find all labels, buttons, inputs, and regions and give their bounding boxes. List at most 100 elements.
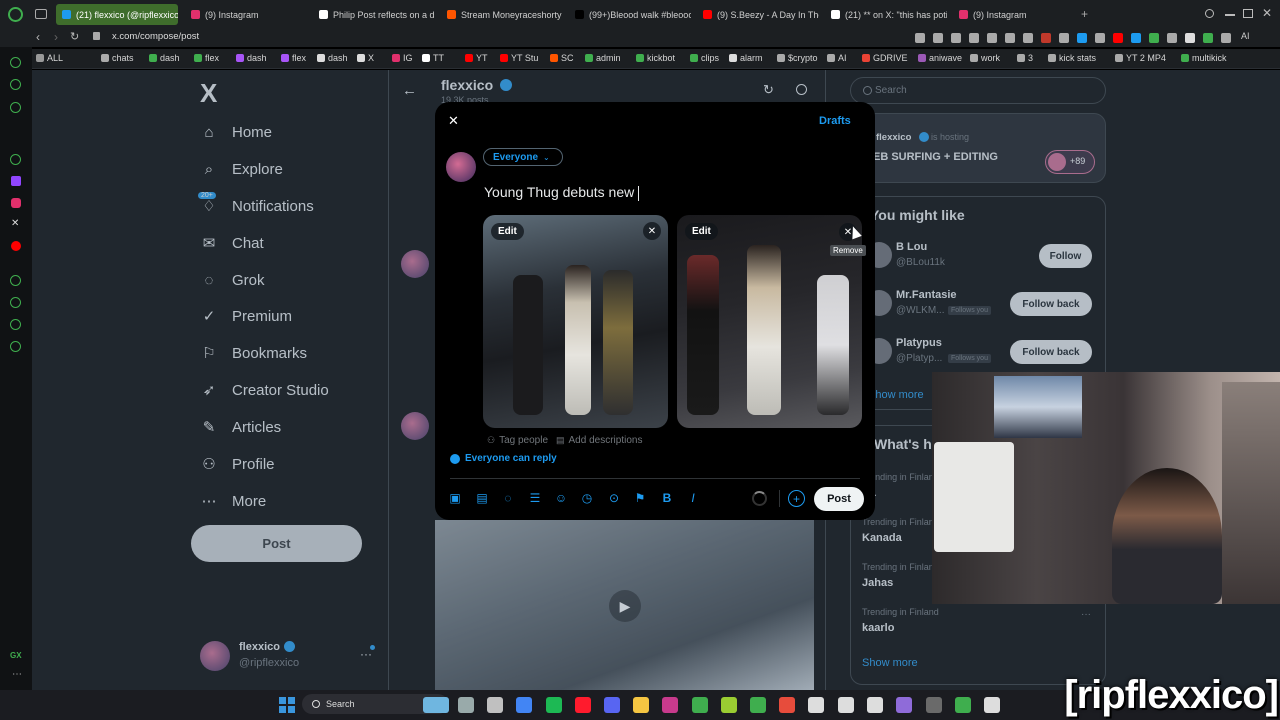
extension-icon[interactable] [933, 33, 943, 43]
start-menu-icon[interactable] [279, 697, 295, 713]
extension-icon[interactable] [1113, 33, 1123, 43]
grok-icon[interactable]: ◌ [501, 491, 515, 505]
app-icon[interactable] [721, 697, 737, 713]
extension-icon[interactable] [1149, 33, 1159, 43]
bookmark-item[interactable]: alarm [729, 53, 763, 63]
bookmark-item[interactable]: kickbot [636, 53, 675, 63]
bookmark-item[interactable]: SC [550, 53, 574, 63]
schedule-icon[interactable]: ◷ [580, 491, 594, 505]
bookmark-item[interactable]: AI [827, 53, 847, 63]
history-icon[interactable] [10, 275, 21, 286]
ai-label[interactable]: AI [1241, 31, 1250, 41]
extension-icon[interactable] [1131, 33, 1141, 43]
bookmark-item[interactable]: clips [690, 53, 719, 63]
app-icon[interactable] [808, 697, 824, 713]
post-button[interactable]: Post [814, 487, 864, 511]
edit-image-button[interactable]: Edit [491, 223, 524, 240]
bookmark-item[interactable]: YT [465, 53, 488, 63]
media-icon[interactable]: ▣ [448, 491, 462, 505]
extension-icon[interactable] [1023, 33, 1033, 43]
app-icon[interactable] [984, 697, 1000, 713]
bookmark-item[interactable]: X [357, 53, 374, 63]
extension-icon[interactable] [1005, 33, 1015, 43]
bookmark-item[interactable]: dash [317, 53, 348, 63]
opera-gx-icon[interactable] [10, 57, 21, 68]
instagram-icon[interactable] [11, 198, 21, 208]
italic-icon[interactable]: I [686, 491, 700, 505]
browser-tab[interactable]: (9) Instagram [953, 4, 1073, 25]
browser-tab[interactable]: (21) ** on X: "this has poti [825, 4, 947, 25]
chatgpt-icon[interactable] [867, 697, 883, 713]
bookmark-item[interactable]: work [970, 53, 1000, 63]
extension-icon[interactable] [1221, 33, 1231, 43]
browser-menu-icon[interactable] [8, 7, 23, 22]
reply-setting-button[interactable]: Everyone can reply [450, 453, 557, 464]
app-icon[interactable] [750, 697, 766, 713]
bookmark-item[interactable]: dash [149, 53, 180, 63]
clock-icon[interactable] [10, 297, 21, 308]
tweet-text-input[interactable]: Young Thug debuts new [484, 184, 854, 204]
extension-icon[interactable] [969, 33, 979, 43]
bookmark-item[interactable]: chats [101, 53, 134, 63]
bookmark-item[interactable]: TT [422, 53, 444, 63]
bookmark-item[interactable]: admin [585, 53, 621, 63]
side-settings-icon[interactable] [10, 341, 21, 352]
extension-icon[interactable] [1041, 33, 1051, 43]
edit-image-button[interactable]: Edit [685, 223, 718, 240]
xbox-icon[interactable] [692, 697, 708, 713]
bookmark-item[interactable]: multikick [1181, 53, 1227, 63]
browser-tab[interactable]: (99+)Bleood walk #bleooo [569, 4, 691, 25]
folder-icon[interactable] [633, 697, 649, 713]
spotify-icon[interactable] [546, 697, 562, 713]
bookmark-item[interactable]: YT Stu [500, 53, 538, 63]
remove-image-icon[interactable]: ✕ [643, 222, 661, 240]
maximize-icon[interactable] [1243, 9, 1253, 18]
app-icon[interactable] [838, 697, 854, 713]
reload-icon[interactable]: ↻ [70, 30, 79, 43]
widgets-icon[interactable] [423, 697, 449, 713]
url-text[interactable]: x.com/compose/post [112, 31, 199, 42]
bookmark-item[interactable]: IG [392, 53, 413, 63]
add-post-button[interactable]: + [788, 490, 805, 507]
add-descriptions-button[interactable]: ▤ Add descriptions [556, 435, 642, 446]
extension-icon[interactable] [1059, 33, 1069, 43]
browser-tab[interactable]: (21) flexxico (@ripflexxico [56, 4, 178, 25]
youtube-music-icon[interactable] [11, 241, 21, 251]
app-icon[interactable] [926, 697, 942, 713]
bookmark-item[interactable]: aniwave [918, 53, 962, 63]
location-icon[interactable]: ⊙ [607, 491, 621, 505]
x-side-icon[interactable]: ✕ [11, 218, 19, 229]
flag-icon[interactable]: ⚑ [633, 491, 647, 505]
poll-icon[interactable]: ☰ [528, 491, 542, 505]
extension-icon[interactable] [1185, 33, 1195, 43]
browser-tab[interactable]: Stream Moneyraceshorty [441, 4, 563, 25]
close-icon[interactable]: ✕ [448, 113, 459, 129]
extension-icon[interactable] [987, 33, 997, 43]
opera-icon[interactable] [575, 697, 591, 713]
gif-icon[interactable]: ▤ [475, 491, 489, 505]
chrome-icon[interactable] [516, 697, 532, 713]
extension-icon[interactable] [1203, 33, 1213, 43]
twitch-icon[interactable] [11, 176, 21, 186]
bookmark-item[interactable]: dash [236, 53, 267, 63]
close-window-icon[interactable]: ✕ [1262, 6, 1272, 20]
browser-tab[interactable]: (9) S.Beezy - A Day In The [697, 4, 819, 25]
browser-tab[interactable]: Philip Post reflects on a d [313, 4, 435, 25]
hot-tabs-icon[interactable] [10, 79, 21, 90]
bookmark-item[interactable]: $crypto [777, 53, 818, 63]
photos-icon[interactable] [662, 697, 678, 713]
bold-icon[interactable]: B [660, 491, 674, 505]
app-icon[interactable] [779, 697, 795, 713]
tab-overview-icon[interactable] [35, 9, 47, 19]
settings-icon[interactable] [10, 154, 21, 165]
app-icon[interactable] [896, 697, 912, 713]
drafts-button[interactable]: Drafts [819, 115, 851, 127]
browser-search-icon[interactable] [1205, 9, 1214, 18]
bookmark-item[interactable]: ALL [36, 53, 63, 63]
bookmark-item[interactable]: GDRIVE [862, 53, 908, 63]
gx-corner-icon[interactable] [10, 102, 21, 113]
audience-selector[interactable]: Everyone ⌄ [483, 148, 563, 166]
extension-icon[interactable] [951, 33, 961, 43]
bookmark-item[interactable]: 3 [1017, 53, 1033, 63]
extensions-side-icon[interactable] [10, 319, 21, 330]
